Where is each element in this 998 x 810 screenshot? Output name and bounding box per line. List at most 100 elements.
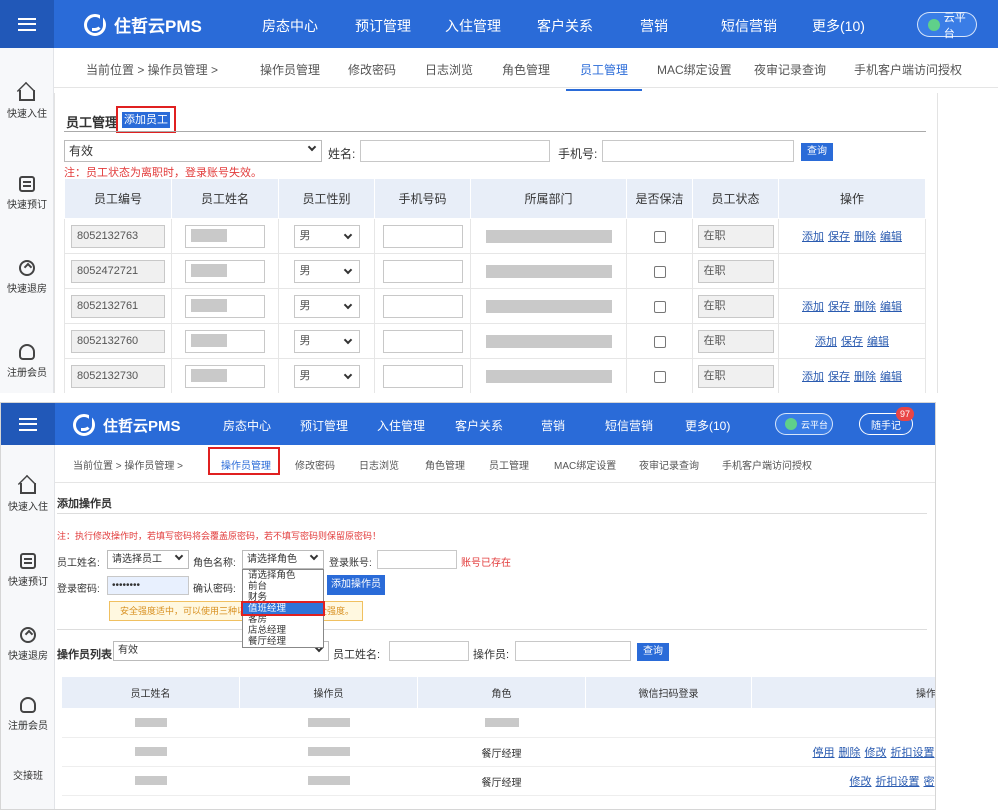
account-input[interactable]	[377, 550, 457, 569]
cleaning-checkbox[interactable]	[653, 300, 666, 313]
tab-night-audit[interactable]: 夜审记录查询	[754, 61, 826, 78]
role-dropdown-list[interactable]: 请选择角色 前台 财务 值班经理 客房 店总经理 餐厅经理	[241, 569, 325, 648]
row-action-link[interactable]: 添加	[802, 371, 824, 383]
nav-room-status[interactable]: 房态中心	[262, 16, 318, 36]
nav-sms-marketing[interactable]: 短信营销	[721, 16, 777, 36]
row-action-link[interactable]: 编辑	[880, 301, 902, 313]
row-action-link[interactable]: 编辑	[867, 336, 889, 348]
tab-role-management[interactable]: 角色管理	[502, 61, 550, 78]
cleaning-checkbox[interactable]	[653, 265, 666, 278]
row-action-link[interactable]: 保存	[828, 231, 850, 243]
cleaning-checkbox[interactable]	[653, 230, 666, 243]
menu-toggle-button[interactable]	[1, 403, 55, 445]
row-action-link[interactable]: 保存	[828, 371, 850, 383]
sidebar-quick-booking[interactable]: 快速预订	[0, 176, 54, 211]
sidebar-quick-checkout[interactable]: 快速退房	[0, 260, 54, 295]
list-query-button[interactable]: 查询	[637, 643, 669, 661]
gender-select[interactable]: 男	[293, 224, 360, 248]
query-button[interactable]: 查询	[801, 143, 833, 161]
phone-input[interactable]	[382, 364, 463, 388]
gender-select[interactable]: 男	[293, 294, 360, 318]
list-operator-input[interactable]	[515, 641, 631, 661]
employee-name-input[interactable]	[185, 259, 265, 283]
nav-more[interactable]: 更多(10)	[685, 417, 730, 434]
cloud-platform-button[interactable]: 云平台	[775, 413, 833, 435]
employee-name-input[interactable]	[185, 364, 265, 388]
nav-reservation[interactable]: 预订管理	[300, 417, 348, 434]
sidebar-register-member[interactable]: 注册会员	[0, 344, 54, 379]
tab-employee-management[interactable]: 员工管理	[565, 61, 643, 91]
row-action-link[interactable]: 保存	[841, 336, 863, 348]
employee-name-input[interactable]	[185, 329, 265, 353]
nav-customer[interactable]: 客户关系	[537, 16, 593, 36]
row-action-link[interactable]: 折扣设置	[876, 776, 920, 788]
row-action-link[interactable]: 删除	[854, 301, 876, 313]
gender-select[interactable]: 男	[293, 364, 360, 388]
sidebar-shift-handover[interactable]: 交接班	[1, 767, 55, 782]
tab-employee-management[interactable]: 员工管理	[489, 457, 529, 472]
gender-select[interactable]: 男	[293, 329, 360, 353]
sidebar-quick-checkin[interactable]: 快速入住	[0, 84, 54, 120]
role-option[interactable]: 财务	[243, 592, 323, 603]
role-option[interactable]: 店总经理	[243, 625, 323, 636]
cleaning-checkbox[interactable]	[653, 370, 666, 383]
nav-room-status[interactable]: 房态中心	[223, 417, 271, 434]
staff-select[interactable]: 请选择员工	[107, 550, 189, 569]
tab-operator-management[interactable]: 操作员管理	[260, 61, 320, 78]
phone-input[interactable]	[382, 329, 463, 353]
row-action-link[interactable]: 添加	[802, 231, 824, 243]
row-action-link[interactable]: 编辑	[880, 371, 902, 383]
role-option[interactable]: 客房	[243, 614, 323, 625]
row-action-link[interactable]: 密	[924, 776, 935, 788]
row-action-link[interactable]: 删除	[839, 747, 861, 759]
tab-mobile-auth[interactable]: 手机客户端访问授权	[722, 457, 812, 472]
sidebar-quick-booking[interactable]: 快速预订	[1, 553, 55, 588]
tab-mac-binding[interactable]: MAC绑定设置	[554, 457, 616, 472]
row-action-link[interactable]: 添加	[802, 301, 824, 313]
phone-search-input[interactable]	[602, 140, 794, 162]
row-action-link[interactable]: 修改	[850, 776, 872, 788]
password-input[interactable]: ••••••••	[107, 576, 189, 595]
row-action-link[interactable]: 折扣设置	[891, 747, 935, 759]
role-option[interactable]: 请选择角色	[243, 570, 323, 581]
nav-more[interactable]: 更多(10)	[812, 16, 865, 36]
tab-mac-binding[interactable]: MAC绑定设置	[657, 61, 732, 78]
nav-checkin[interactable]: 入住管理	[377, 417, 425, 434]
row-action-link[interactable]: 停用	[813, 747, 835, 759]
row-action-link[interactable]: 删除	[854, 231, 876, 243]
tab-mobile-auth[interactable]: 手机客户端访问授权	[854, 61, 962, 78]
tab-role-management[interactable]: 角色管理	[425, 457, 465, 472]
sidebar-quick-checkout[interactable]: 快速退房	[1, 627, 55, 662]
nav-marketing[interactable]: 营销	[640, 16, 668, 36]
phone-input[interactable]	[382, 224, 463, 248]
list-name-input[interactable]	[389, 641, 469, 661]
employee-name-input[interactable]	[185, 294, 265, 318]
role-select[interactable]: 请选择角色	[242, 550, 324, 569]
cloud-platform-button[interactable]: 云平台	[917, 12, 977, 40]
phone-input[interactable]	[382, 259, 463, 283]
employee-name-input[interactable]	[185, 224, 265, 248]
role-option-highlighted[interactable]: 值班经理	[241, 601, 325, 616]
nav-sms-marketing[interactable]: 短信营销	[605, 417, 653, 434]
menu-toggle-button[interactable]	[0, 0, 54, 48]
row-action-link[interactable]: 修改	[865, 747, 887, 759]
tab-change-password[interactable]: 修改密码	[348, 61, 396, 78]
role-option[interactable]: 前台	[243, 581, 323, 592]
status-select[interactable]: 有效	[64, 140, 322, 162]
nav-marketing[interactable]: 营销	[541, 417, 565, 434]
row-action-link[interactable]: 删除	[854, 371, 876, 383]
add-employee-button[interactable]: 添加员工	[122, 112, 170, 128]
nav-customer[interactable]: 客户关系	[455, 417, 503, 434]
cleaning-checkbox[interactable]	[653, 335, 666, 348]
gender-select[interactable]: 男	[293, 259, 360, 283]
nav-checkin[interactable]: 入住管理	[445, 16, 501, 36]
tab-night-audit[interactable]: 夜审记录查询	[639, 457, 699, 472]
add-operator-button[interactable]: 添加操作员	[327, 575, 385, 595]
row-action-link[interactable]: 添加	[815, 336, 837, 348]
sidebar-quick-checkin[interactable]: 快速入住	[1, 477, 55, 513]
name-search-input[interactable]	[360, 140, 550, 162]
row-action-link[interactable]: 编辑	[880, 231, 902, 243]
tab-log-browse[interactable]: 日志浏览	[425, 61, 473, 78]
tab-change-password[interactable]: 修改密码	[295, 457, 335, 472]
role-option[interactable]: 餐厅经理	[243, 636, 323, 647]
